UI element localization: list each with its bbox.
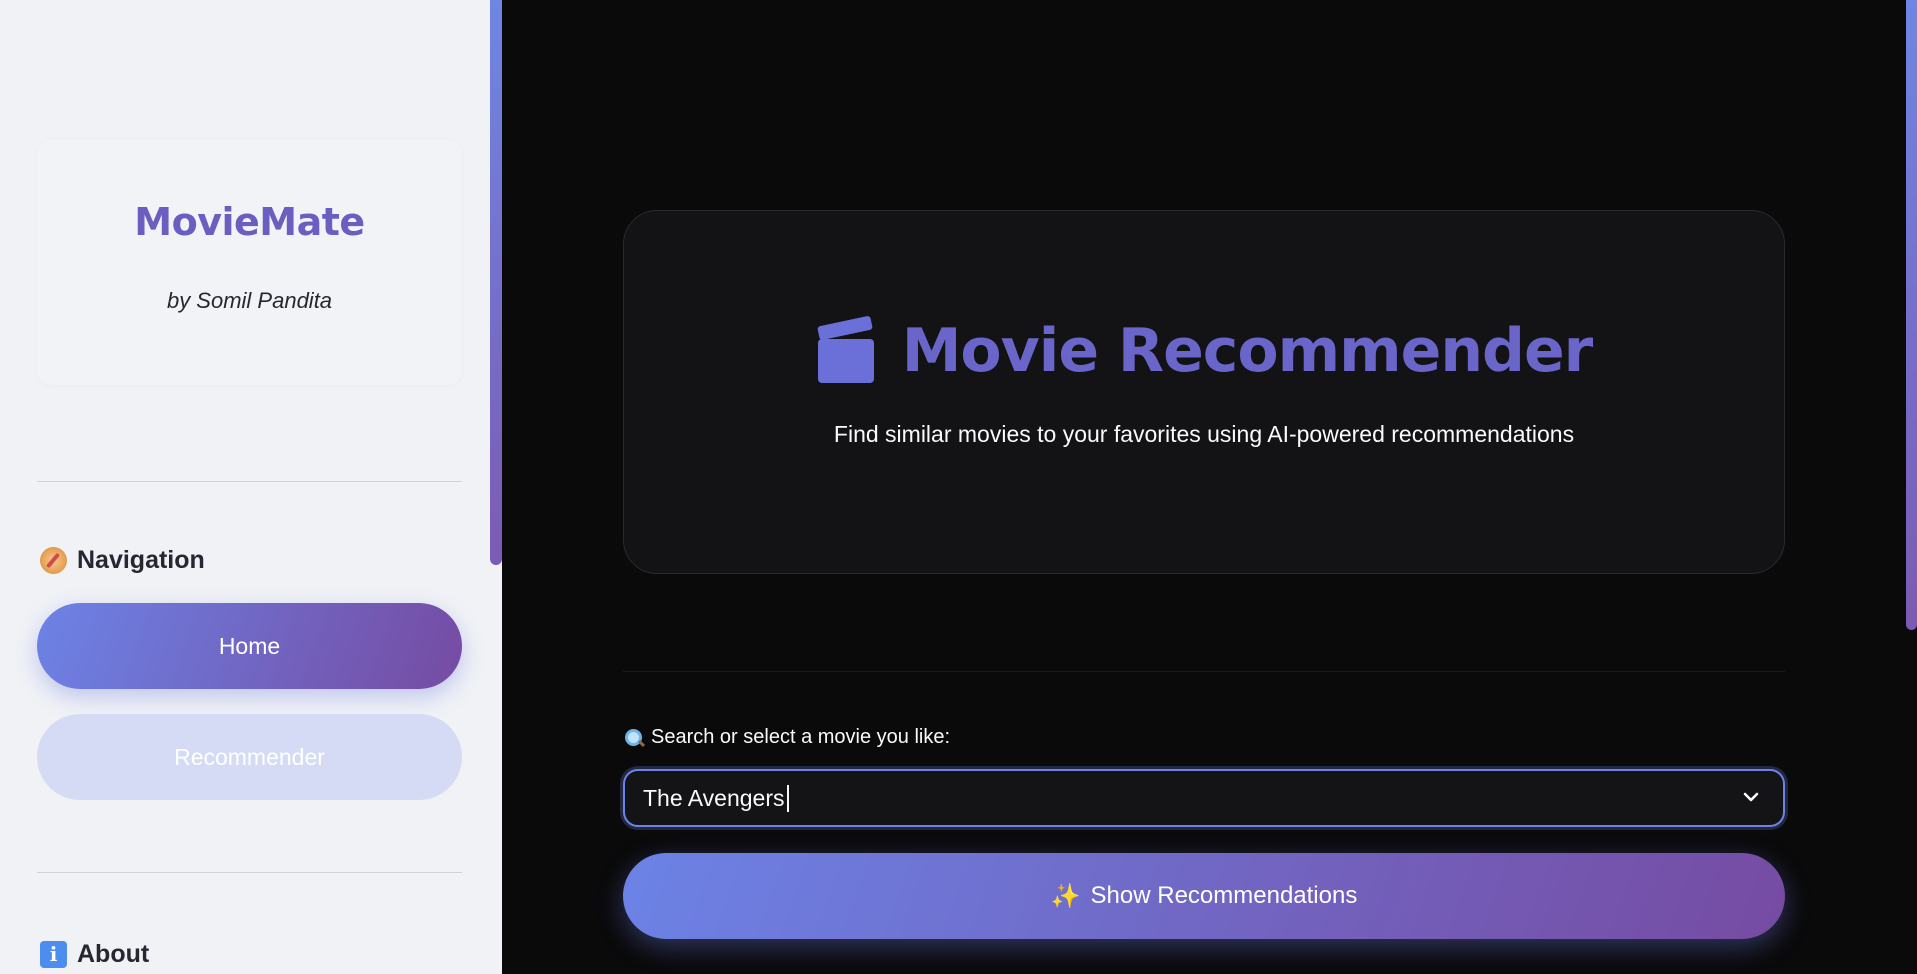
sidebar-divider: [37, 872, 462, 873]
sparkles-icon: ✨: [1050, 882, 1081, 910]
movie-select-label: Search or select a movie you like:: [625, 726, 950, 749]
movie-select-input[interactable]: The Avengers: [623, 769, 1785, 827]
main-divider: [623, 671, 1785, 672]
compass-icon: [40, 547, 67, 574]
clapper-board-icon: [816, 315, 874, 383]
show-recommendations-label: Show Recommendations: [1090, 882, 1358, 909]
main-content: Movie Recommender Find similar movies to…: [502, 0, 1917, 974]
info-icon: i: [40, 941, 67, 968]
about-heading: i About: [40, 940, 149, 969]
hero-title: Movie Recommender: [624, 315, 1784, 386]
chevron-down-icon[interactable]: [1739, 785, 1763, 809]
hero-title-text: Movie Recommender: [901, 316, 1594, 386]
about-heading-label: About: [77, 940, 150, 968]
brand-title: MovieMate: [134, 200, 365, 244]
brand-card: MovieMate by Somil Pandita: [37, 140, 462, 385]
nav-recommender-button[interactable]: Recommender: [37, 714, 462, 800]
movie-select-label-text: Search or select a movie you like:: [651, 726, 951, 748]
nav-home-button[interactable]: Home: [37, 603, 462, 689]
hero-subtitle: Find similar movies to your favorites us…: [833, 421, 1575, 447]
show-recommendations-button[interactable]: ✨ Show Recommendations: [623, 853, 1785, 939]
main-scrollbar[interactable]: [1906, 0, 1917, 630]
magnifier-icon: [625, 728, 643, 747]
navigation-heading: Navigation: [40, 546, 205, 575]
sidebar-divider: [37, 481, 462, 482]
sidebar: MovieMate by Somil Pandita Navigation Ho…: [0, 0, 502, 974]
brand-subtitle: by Somil Pandita: [166, 288, 333, 313]
movie-select-value[interactable]: The Avengers: [643, 784, 789, 812]
navigation-heading-label: Navigation: [77, 546, 205, 574]
hero-card: Movie Recommender Find similar movies to…: [623, 210, 1785, 574]
sidebar-scrollbar[interactable]: [490, 0, 502, 565]
